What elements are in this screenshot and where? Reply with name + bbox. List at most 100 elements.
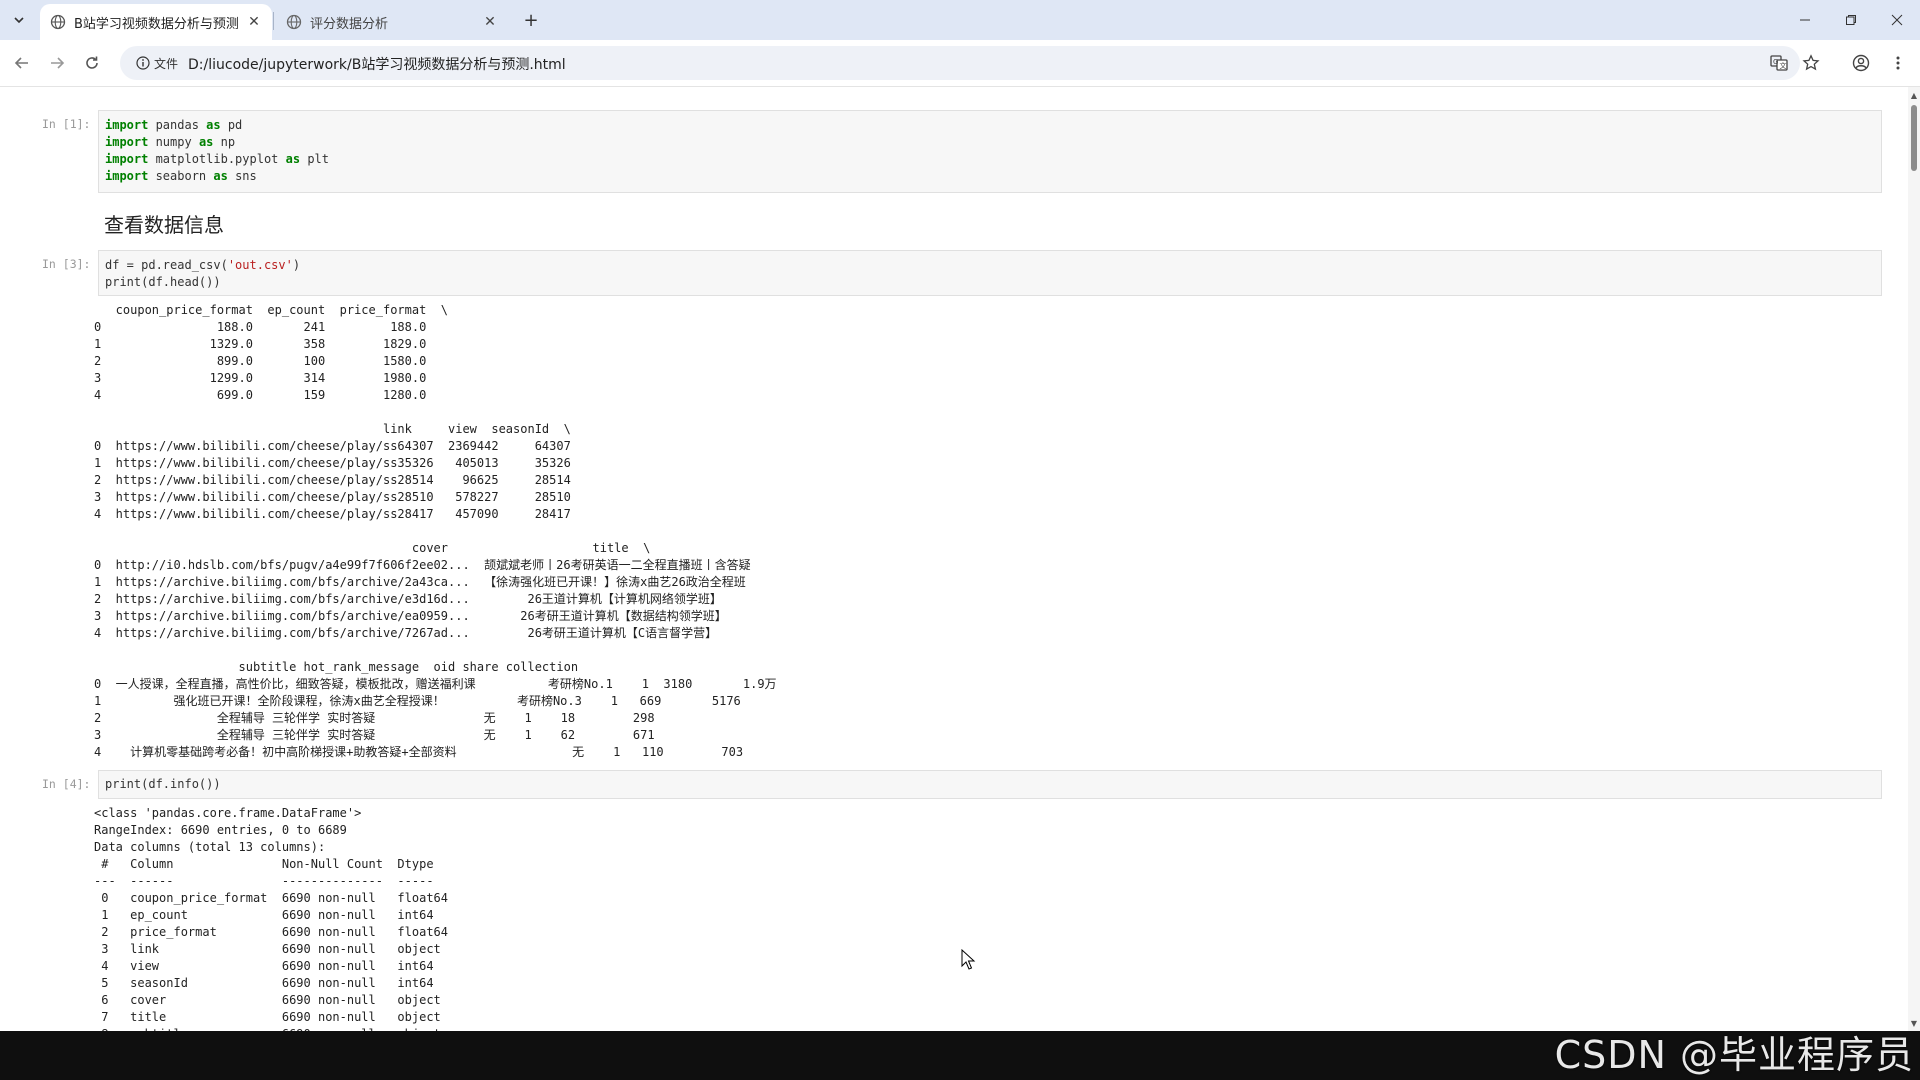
output-line: 4 699.0 159 1280.0 <box>94 388 427 402</box>
plus-icon: + <box>523 9 539 31</box>
output-line: 3 link 6690 non-null object <box>94 942 449 956</box>
output-line: link view seasonId \ <box>94 422 571 436</box>
output-line: 2 https://archive.biliimg.com/bfs/archiv… <box>94 592 722 606</box>
scroll-up-arrow-icon[interactable]: ▲ <box>1908 89 1920 101</box>
close-icon[interactable]: ✕ <box>482 14 498 30</box>
code-line: import pandas as pd <box>105 118 243 132</box>
code-cell-read-csv[interactable]: df = pd.read_csv('out.csv') print(df.hea… <box>98 250 1882 296</box>
scrollbar-thumb[interactable] <box>1911 105 1917 171</box>
browser-toolbar: 文件 D:/liucode/jupyterwork/B站学习视频数据分析与预测.… <box>0 40 1920 87</box>
code-cell-info[interactable]: print(df.info()) <box>98 770 1882 799</box>
tab-title: 评分数据分析 <box>310 16 389 32</box>
restore-button[interactable] <box>1828 0 1874 40</box>
cell-prompt: In [1]: <box>42 117 91 131</box>
output-line: RangeIndex: 6690 entries, 0 to 6689 <box>94 823 347 837</box>
output-line: 3 全程辅导 三轮伴学 实时答疑 无 1 62 671 <box>94 728 655 742</box>
watermark: CSDN @毕业程序员 <box>1554 1033 1914 1077</box>
output-line: Data columns (total 13 columns): <box>94 840 326 854</box>
site-info-label: 文件 <box>154 56 179 71</box>
svg-text:G: G <box>1773 58 1778 66</box>
reload-icon <box>86 56 98 69</box>
code-line: print(df.info()) <box>105 777 221 791</box>
output-line: cover title \ <box>94 541 651 555</box>
output-line: 3 https://www.bilibili.com/cheese/play/s… <box>94 490 571 504</box>
cell-output-head: coupon_price_format ep_count price_forma… <box>94 302 777 761</box>
output-line: <class 'pandas.core.frame.DataFrame'> <box>94 806 362 820</box>
section-heading: 查看数据信息 <box>104 213 224 237</box>
output-line: 4 https://archive.biliimg.com/bfs/archiv… <box>94 626 718 640</box>
close-icon <box>1891 14 1903 26</box>
arrow-right-icon <box>51 57 65 69</box>
tab-divider <box>273 12 274 30</box>
output-line: # Column Non-Null Count Dtype <box>94 857 449 871</box>
output-line: 0 coupon_price_format 6690 non-null floa… <box>94 891 449 905</box>
mouse-cursor-icon <box>961 949 976 970</box>
info-icon <box>136 56 150 70</box>
restore-icon <box>1846 15 1856 25</box>
tab-rating-analysis[interactable]: 评分数据分析 ✕ <box>276 4 508 40</box>
output-line: 4 view 6690 non-null int64 <box>94 959 449 973</box>
account-icon <box>1852 54 1870 72</box>
code-line: import numpy as np <box>105 135 236 149</box>
code-line: df = pd.read_csv('out.csv') <box>105 258 301 272</box>
tab-search-button[interactable] <box>8 9 30 31</box>
output-line: 2 全程辅导 三轮伴学 实时答疑 无 1 18 298 <box>94 711 655 725</box>
url-text[interactable]: D:/liucode/jupyterwork/B站学习视频数据分析与预测.htm… <box>188 54 566 74</box>
output-line: --- ------ -------------- ----- <box>94 874 449 888</box>
close-icon[interactable]: ✕ <box>246 14 262 30</box>
code-line: import matplotlib.pyplot as plt <box>105 152 329 166</box>
output-line: 2 price_format 6690 non-null float64 <box>94 925 449 939</box>
tab-strip: B站学习视频数据分析与预测 ✕ 评分数据分析 ✕ + <box>0 0 1920 40</box>
globe-icon <box>286 14 302 30</box>
output-line: 0 https://www.bilibili.com/cheese/play/s… <box>94 439 571 453</box>
more-vertical-icon <box>1896 56 1900 70</box>
output-line: coupon_price_format ep_count price_forma… <box>94 303 449 317</box>
output-line: 4 计算机零基础跨考必备！初中高阶梯授课+助教答疑+全部资料 无 1 110 7… <box>94 745 744 759</box>
arrow-left-icon <box>14 57 28 69</box>
output-line: 0 http://i0.hdslb.com/bfs/pugv/a4e99f7f6… <box>94 558 751 572</box>
minimize-button[interactable] <box>1782 0 1828 40</box>
notebook-page: In [1]: import pandas as pd import numpy… <box>0 87 1908 1031</box>
star-icon <box>1802 54 1820 71</box>
output-line: 3 https://archive.biliimg.com/bfs/archiv… <box>94 609 727 623</box>
reload-button[interactable] <box>80 51 104 75</box>
tab-title: B站学习视频数据分析与预测 <box>74 16 239 32</box>
site-info-chip[interactable]: 文件 <box>128 50 186 76</box>
output-line: 0 188.0 241 188.0 <box>94 320 427 334</box>
output-line: 4 https://www.bilibili.com/cheese/play/s… <box>94 507 571 521</box>
bookmark-button[interactable] <box>1799 51 1823 75</box>
svg-text:文: 文 <box>1780 61 1787 70</box>
output-line: 5 seasonId 6690 non-null int64 <box>94 976 449 990</box>
code-cell-imports[interactable]: import pandas as pd import numpy as np i… <box>98 110 1882 193</box>
output-line: 6 cover 6690 non-null object <box>94 993 449 1007</box>
vertical-scrollbar[interactable]: ▲ ▼ <box>1908 87 1920 1031</box>
output-line: 3 1299.0 314 1980.0 <box>94 371 427 385</box>
cell-prompt: In [3]: <box>42 257 91 271</box>
code-line: print(df.head()) <box>105 275 221 289</box>
tab-bilibili-analysis[interactable]: B站学习视频数据分析与预测 ✕ <box>40 4 272 40</box>
browser-menu-button[interactable] <box>1886 51 1910 75</box>
translate-button[interactable]: G文 <box>1767 51 1791 75</box>
output-line: 0 一人授课，全程直播，高性价比，细致答疑，模板批改，赠送福利课 考研榜No.1… <box>94 677 777 691</box>
close-window-button[interactable] <box>1874 0 1920 40</box>
address-bar[interactable]: 文件 D:/liucode/jupyterwork/B站学习视频数据分析与预测.… <box>120 46 1800 80</box>
globe-icon <box>50 14 66 30</box>
output-line: subtitle hot_rank_message oid share coll… <box>94 660 579 674</box>
new-tab-button[interactable]: + <box>520 9 542 31</box>
output-line: 1 ep_count 6690 non-null int64 <box>94 908 449 922</box>
chevron-down-icon <box>14 17 24 24</box>
forward-button[interactable] <box>45 51 69 75</box>
translate-icon: G文 <box>1770 55 1788 71</box>
output-line: 1 强化班已开课！全阶段课程，徐涛x曲艺全程授课！ 考研榜No.3 1 669 … <box>94 694 741 708</box>
output-line: 1 1329.0 358 1829.0 <box>94 337 427 351</box>
output-line: 2 https://www.bilibili.com/cheese/play/s… <box>94 473 571 487</box>
back-button[interactable] <box>10 51 34 75</box>
output-line: 1 https://archive.biliimg.com/bfs/archiv… <box>94 575 746 589</box>
minimize-icon <box>1800 19 1810 21</box>
cell-output-info: <class 'pandas.core.frame.DataFrame'> Ran… <box>94 805 448 1031</box>
output-line: 1 https://www.bilibili.com/cheese/play/s… <box>94 456 571 470</box>
profile-button[interactable] <box>1849 51 1873 75</box>
code-line: import seaborn as sns <box>105 169 257 183</box>
